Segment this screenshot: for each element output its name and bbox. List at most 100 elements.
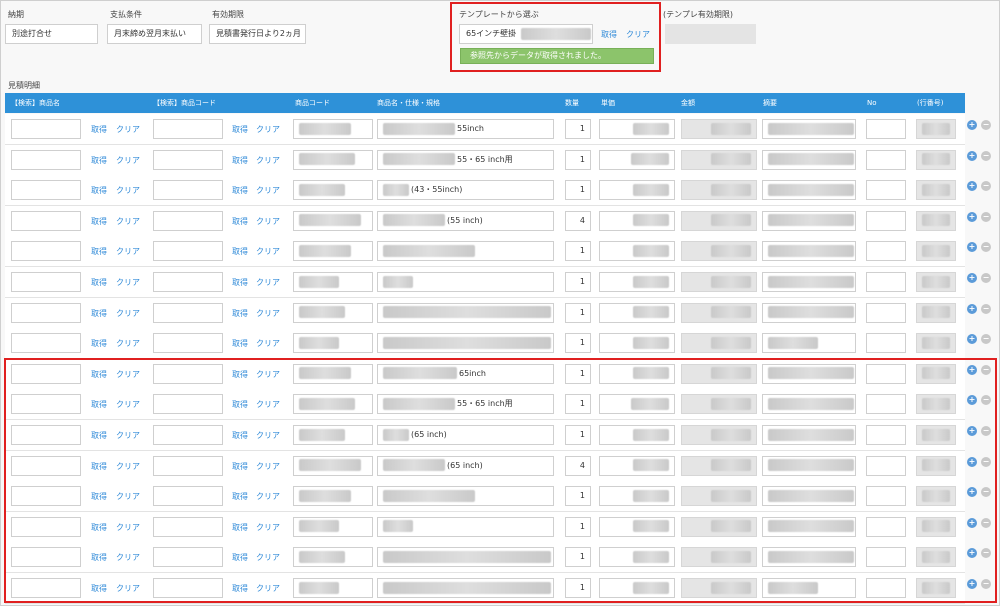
plus-circle-icon[interactable]: + bbox=[967, 303, 977, 314]
search-name-clear-link[interactable]: クリア bbox=[116, 246, 140, 257]
plus-circle-icon[interactable]: + bbox=[967, 426, 977, 436]
search-code-input[interactable] bbox=[153, 272, 223, 292]
plus-circle-icon[interactable]: + bbox=[967, 120, 977, 130]
quantity-input[interactable]: 1 bbox=[565, 119, 591, 139]
minus-circle-icon[interactable]: − bbox=[981, 242, 991, 253]
minus-circle-icon[interactable]: − bbox=[981, 579, 991, 589]
note-input[interactable] bbox=[762, 272, 856, 292]
quantity-input[interactable]: 1 bbox=[565, 180, 591, 201]
delivery-field[interactable]: 別途打合せ bbox=[5, 24, 98, 44]
plus-circle-icon[interactable]: + bbox=[967, 487, 977, 498]
search-name-get-link[interactable]: 取得 bbox=[91, 155, 107, 166]
plus-circle-icon[interactable]: + bbox=[967, 242, 977, 253]
plus-circle-icon[interactable]: + bbox=[967, 334, 977, 345]
search-name-input[interactable] bbox=[11, 241, 81, 262]
plus-circle-icon[interactable]: + bbox=[967, 181, 977, 192]
product-spec-input[interactable] bbox=[377, 241, 554, 262]
search-code-get-link[interactable]: 取得 bbox=[232, 338, 248, 349]
search-name-get-link[interactable]: 取得 bbox=[91, 246, 107, 257]
unit-price-input[interactable] bbox=[599, 302, 675, 323]
search-name-get-link[interactable]: 取得 bbox=[91, 216, 107, 227]
search-code-input[interactable] bbox=[153, 180, 223, 201]
minus-circle-icon[interactable]: − bbox=[981, 211, 991, 222]
search-name-input[interactable] bbox=[11, 149, 81, 170]
search-name-clear-link[interactable]: クリア bbox=[116, 124, 140, 135]
plus-circle-icon[interactable]: + bbox=[967, 364, 977, 375]
search-code-get-link[interactable]: 取得 bbox=[232, 277, 248, 288]
unit-price-input[interactable] bbox=[599, 241, 675, 262]
search-name-clear-link[interactable]: クリア bbox=[116, 277, 140, 288]
no-input[interactable] bbox=[866, 333, 906, 354]
search-code-get-link[interactable]: 取得 bbox=[232, 124, 248, 135]
search-name-clear-link[interactable]: クリア bbox=[116, 308, 140, 319]
search-name-input[interactable] bbox=[11, 272, 81, 292]
product-spec-input[interactable]: (43・55inch) bbox=[377, 180, 554, 201]
quantity-input[interactable]: 1 bbox=[565, 241, 591, 262]
note-input[interactable] bbox=[762, 241, 856, 262]
search-name-input[interactable] bbox=[11, 180, 81, 201]
search-code-clear-link[interactable]: クリア bbox=[256, 277, 280, 288]
minus-circle-icon[interactable]: − bbox=[981, 456, 991, 467]
product-spec-input[interactable]: 55inch bbox=[377, 119, 554, 139]
search-code-clear-link[interactable]: クリア bbox=[256, 308, 280, 319]
search-name-get-link[interactable]: 取得 bbox=[91, 124, 107, 135]
no-input[interactable] bbox=[866, 302, 906, 323]
search-code-get-link[interactable]: 取得 bbox=[232, 308, 248, 319]
plus-circle-icon[interactable]: + bbox=[967, 150, 977, 161]
search-name-get-link[interactable]: 取得 bbox=[91, 185, 107, 196]
search-code-input[interactable] bbox=[153, 210, 223, 231]
quantity-input[interactable]: 1 bbox=[565, 333, 591, 354]
quantity-input[interactable]: 1 bbox=[565, 302, 591, 323]
minus-circle-icon[interactable]: − bbox=[981, 303, 991, 314]
product-code-input[interactable] bbox=[293, 302, 373, 323]
no-input[interactable] bbox=[866, 149, 906, 170]
product-code-input[interactable] bbox=[293, 119, 373, 139]
no-input[interactable] bbox=[866, 210, 906, 231]
minus-circle-icon[interactable]: − bbox=[981, 517, 991, 528]
search-code-clear-link[interactable]: クリア bbox=[256, 216, 280, 227]
product-spec-input[interactable]: 55・65 inch用 bbox=[377, 149, 554, 170]
search-name-clear-link[interactable]: クリア bbox=[116, 155, 140, 166]
minus-circle-icon[interactable]: − bbox=[981, 548, 991, 559]
search-code-input[interactable] bbox=[153, 149, 223, 170]
search-code-get-link[interactable]: 取得 bbox=[232, 246, 248, 257]
quantity-input[interactable]: 1 bbox=[565, 272, 591, 292]
note-input[interactable] bbox=[762, 180, 856, 201]
search-code-clear-link[interactable]: クリア bbox=[256, 338, 280, 349]
search-name-get-link[interactable]: 取得 bbox=[91, 338, 107, 349]
product-code-input[interactable] bbox=[293, 149, 373, 170]
search-code-clear-link[interactable]: クリア bbox=[256, 185, 280, 196]
search-code-get-link[interactable]: 取得 bbox=[232, 216, 248, 227]
search-code-get-link[interactable]: 取得 bbox=[232, 185, 248, 196]
plus-circle-icon[interactable]: + bbox=[967, 395, 977, 406]
minus-circle-icon[interactable]: − bbox=[981, 395, 991, 406]
note-input[interactable] bbox=[762, 210, 856, 231]
unit-price-input[interactable] bbox=[599, 210, 675, 231]
note-input[interactable] bbox=[762, 302, 856, 323]
search-name-input[interactable] bbox=[11, 302, 81, 323]
search-name-input[interactable] bbox=[11, 210, 81, 231]
search-code-clear-link[interactable]: クリア bbox=[256, 155, 280, 166]
search-code-clear-link[interactable]: クリア bbox=[256, 246, 280, 257]
product-spec-input[interactable] bbox=[377, 333, 554, 354]
search-name-clear-link[interactable]: クリア bbox=[116, 338, 140, 349]
search-name-get-link[interactable]: 取得 bbox=[91, 308, 107, 319]
product-code-input[interactable] bbox=[293, 241, 373, 262]
plus-circle-icon[interactable]: + bbox=[967, 456, 977, 467]
search-code-input[interactable] bbox=[153, 302, 223, 323]
minus-circle-icon[interactable]: − bbox=[981, 487, 991, 498]
unit-price-input[interactable] bbox=[599, 333, 675, 354]
unit-price-input[interactable] bbox=[599, 180, 675, 201]
search-name-input[interactable] bbox=[11, 333, 81, 354]
no-input[interactable] bbox=[866, 272, 906, 292]
plus-circle-icon[interactable]: + bbox=[967, 211, 977, 222]
plus-circle-icon[interactable]: + bbox=[967, 579, 977, 589]
unit-price-input[interactable] bbox=[599, 272, 675, 292]
minus-circle-icon[interactable]: − bbox=[981, 364, 991, 375]
search-name-input[interactable] bbox=[11, 119, 81, 139]
minus-circle-icon[interactable]: − bbox=[981, 334, 991, 345]
minus-circle-icon[interactable]: − bbox=[981, 426, 991, 436]
note-input[interactable] bbox=[762, 333, 856, 354]
plus-circle-icon[interactable]: + bbox=[967, 548, 977, 559]
plus-circle-icon[interactable]: + bbox=[967, 273, 977, 283]
